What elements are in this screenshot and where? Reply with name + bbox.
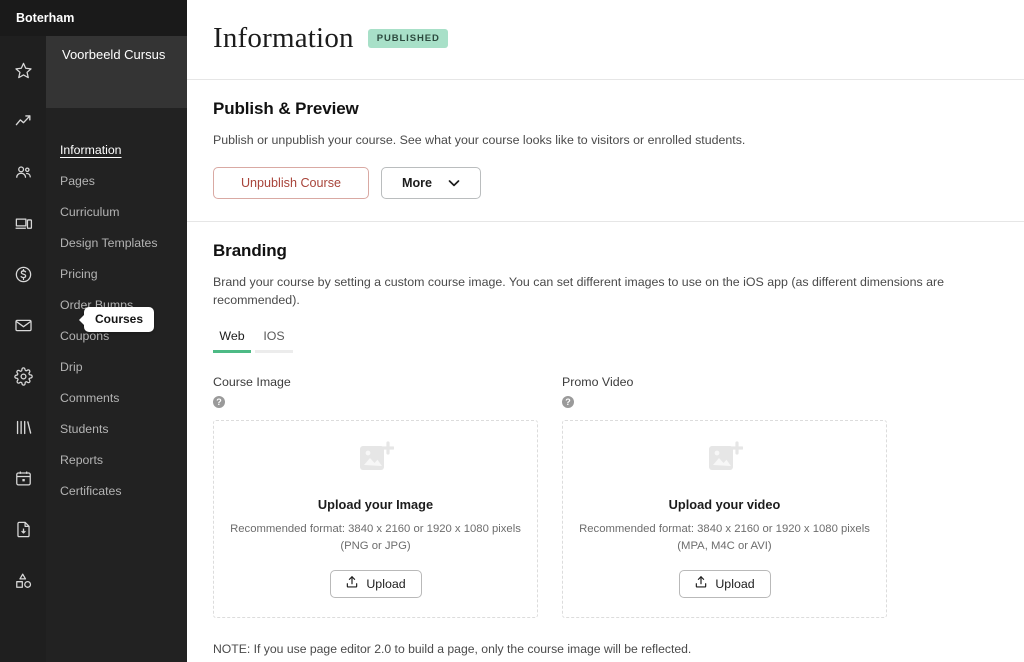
chevron-down-icon [448,176,460,190]
branding-section-title: Branding [213,241,287,261]
course-image-column: Course Image ? Upload your Image Recomme… [213,375,538,619]
upload-grid: Course Image ? Upload your Image Recomme… [213,375,1024,619]
sidebar-item-comments[interactable]: Comments [46,382,187,413]
file-download-icon[interactable] [0,504,46,555]
publish-section-title: Publish & Preview [213,99,359,118]
analytics-icon[interactable] [0,96,46,147]
branding-tabs: Web IOS [213,329,1024,354]
tab-ios[interactable]: IOS [255,329,293,350]
course-image-dropzone[interactable]: Upload your Image Recommended format: 38… [213,420,538,619]
sidebar-item-certificates[interactable]: Certificates [46,475,187,506]
page-title: Information [213,22,354,54]
publish-button-row: Unpublish Course More [213,167,1024,200]
devices-icon[interactable] [0,198,46,249]
course-image-upload-button[interactable]: Upload [329,569,422,598]
publish-section-description: Publish or unpublish your course. See wh… [213,133,746,147]
more-button[interactable]: More [381,167,481,200]
branding-tab-labels: Web IOS [213,329,1024,350]
sidebar-item-drip[interactable]: Drip [46,351,187,382]
main-content: Information PUBLISHED Publish & Preview … [187,0,1024,662]
sidebar-item-design-templates[interactable]: Design Templates [46,227,187,258]
branding-note-line1: NOTE: If you use page editor 2.0 to buil… [213,642,692,657]
publish-preview-section: Publish & Preview Publish or unpublish y… [213,80,1024,200]
sidebar-item-students[interactable]: Students [46,413,187,444]
promo-video-column: Promo Video ? Upload your video Recommen… [562,375,887,619]
course-nav-panel: Boterham Voorbeeld Cursus Information Pa… [0,0,187,662]
sidebar-item-information[interactable]: Information [46,134,187,165]
people-icon[interactable] [0,147,46,198]
tab-ios-underline [255,350,293,354]
help-icon[interactable]: ? [213,396,225,409]
course-image-upload-button-label: Upload [366,576,406,591]
branding-section-description: Brand your course by setting a custom co… [213,275,945,307]
tab-web-underline [213,350,251,354]
page-header: Information PUBLISHED [213,0,1024,55]
app-root: Boterham Voorbeeld Cursus Information Pa… [0,0,1024,662]
more-button-label: More [401,176,433,191]
course-image-recommend-line2: (PNG or JPG) [340,539,411,552]
sidebar-item-reports[interactable]: Reports [46,444,187,475]
promo-video-recommendation: Recommended format: 3840 x 2160 or 1920 … [579,521,870,554]
upload-icon [345,575,359,592]
promo-video-dropzone[interactable]: Upload your video Recommended format: 38… [562,420,887,619]
courses-tooltip: Courses [84,307,155,332]
sidebar-item-pricing[interactable]: Pricing [46,258,187,289]
add-image-icon [707,440,744,479]
status-badge: PUBLISHED [367,29,448,48]
course-image-upload-title: Upload your Image [317,497,434,513]
sidebar-item-pages[interactable]: Pages [46,165,187,196]
calendar-icon[interactable] [0,453,46,504]
books-icon[interactable] [0,402,46,453]
star-icon[interactable] [0,45,46,96]
mail-icon[interactable] [0,300,46,351]
promo-video-recommend-line2: (MPA, M4C or AVI) [677,539,772,552]
course-image-recommendation: Recommended format: 3840 x 2160 or 1920 … [230,521,521,554]
branding-tab-underlines [213,350,1024,354]
promo-video-upload-title: Upload your video [668,497,781,513]
help-icon[interactable]: ? [562,396,574,409]
tab-web[interactable]: Web [213,329,251,350]
add-image-icon [358,440,395,479]
course-image-label: Course Image [213,375,291,390]
promo-video-label: Promo Video [562,375,634,390]
upload-icon [694,575,708,592]
promo-video-upload-button[interactable]: Upload [678,569,771,598]
icon-rail [0,0,46,662]
branding-section: Branding Brand your course by setting a … [213,222,1024,662]
promo-video-recommend-line1: Recommended format: 3840 x 2160 or 1920 … [579,523,870,536]
unpublish-course-button[interactable]: Unpublish Course [213,167,369,200]
branding-note: NOTE: If you use page editor 2.0 to buil… [213,640,1024,662]
course-image-recommend-line1: Recommended format: 3840 x 2160 or 1920 … [230,523,521,536]
dollar-circle-icon[interactable] [0,249,46,300]
brand-title: Boterham [0,0,187,36]
shapes-icon[interactable] [0,555,46,606]
promo-video-upload-button-label: Upload [715,576,755,591]
gear-icon[interactable] [0,351,46,402]
sidebar-item-curriculum[interactable]: Curriculum [46,196,187,227]
